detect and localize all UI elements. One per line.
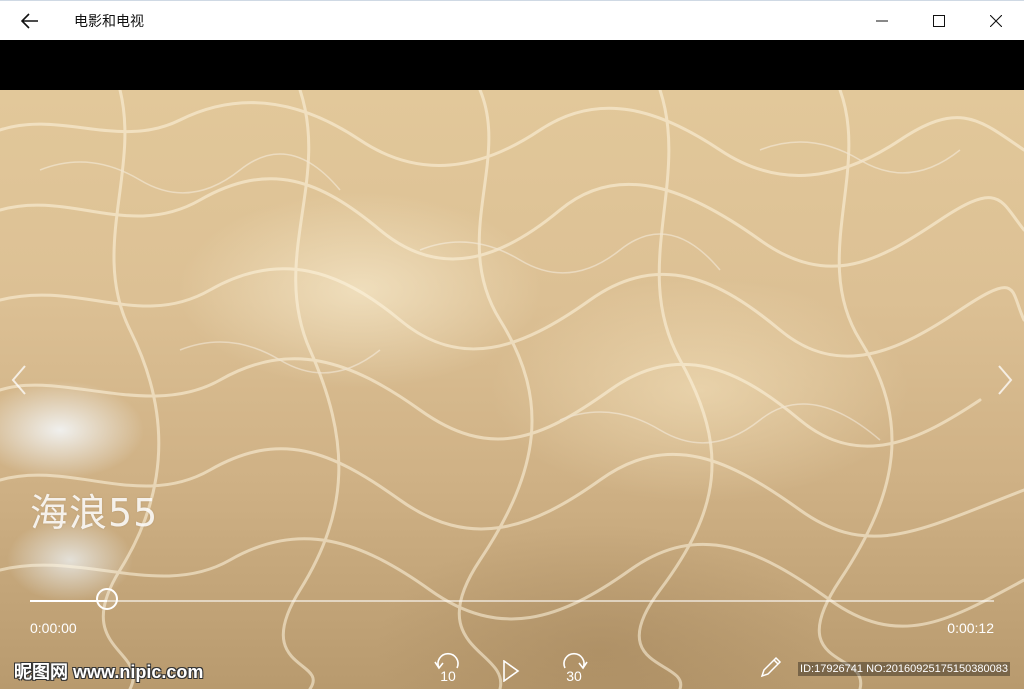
id-watermark: ID:17926741 NO:20160925175150380083 bbox=[798, 662, 1010, 676]
skip-back-button[interactable]: 10 bbox=[432, 652, 464, 689]
site-watermark: 昵图网 www.nipic.com bbox=[14, 662, 204, 682]
letterbox-band bbox=[0, 40, 1024, 90]
total-time: 0:00:12 bbox=[947, 620, 994, 636]
minimize-button[interactable] bbox=[853, 1, 910, 41]
seek-thumb[interactable] bbox=[96, 588, 119, 610]
close-button[interactable] bbox=[967, 1, 1024, 41]
chevron-left-icon bbox=[11, 365, 26, 395]
pen-icon bbox=[760, 656, 782, 678]
next-button[interactable] bbox=[990, 360, 1020, 400]
seek-bar[interactable] bbox=[30, 588, 994, 610]
chevron-right-icon bbox=[998, 365, 1013, 395]
back-button[interactable] bbox=[0, 1, 60, 41]
skip-forward-label: 30 bbox=[566, 668, 582, 684]
window-controls bbox=[853, 1, 1024, 41]
app-title: 电影和电视 bbox=[74, 13, 144, 30]
close-icon bbox=[989, 15, 1002, 27]
video-frame[interactable]: 海浪55 0:00:00 0:00:12 10 30 昵图网 www.nipic… bbox=[0, 90, 1024, 689]
back-arrow-icon bbox=[21, 12, 38, 29]
minimize-icon bbox=[875, 20, 888, 22]
movies-tv-window: 电影和电视 海浪55 0:00:00 0:00:12 10 30 昵图网 www… bbox=[0, 0, 1024, 689]
current-time: 0:00:00 bbox=[30, 620, 77, 636]
maximize-icon bbox=[932, 15, 945, 27]
edit-button[interactable] bbox=[756, 652, 786, 682]
play-icon bbox=[503, 659, 520, 682]
video-title: 海浪55 bbox=[30, 491, 159, 535]
maximize-button[interactable] bbox=[910, 1, 967, 41]
previous-button[interactable] bbox=[4, 360, 34, 400]
skip-forward-button[interactable]: 30 bbox=[558, 652, 590, 689]
title-bar: 电影和电视 bbox=[0, 0, 1024, 40]
play-button[interactable] bbox=[498, 652, 524, 689]
skip-back-label: 10 bbox=[440, 668, 456, 684]
